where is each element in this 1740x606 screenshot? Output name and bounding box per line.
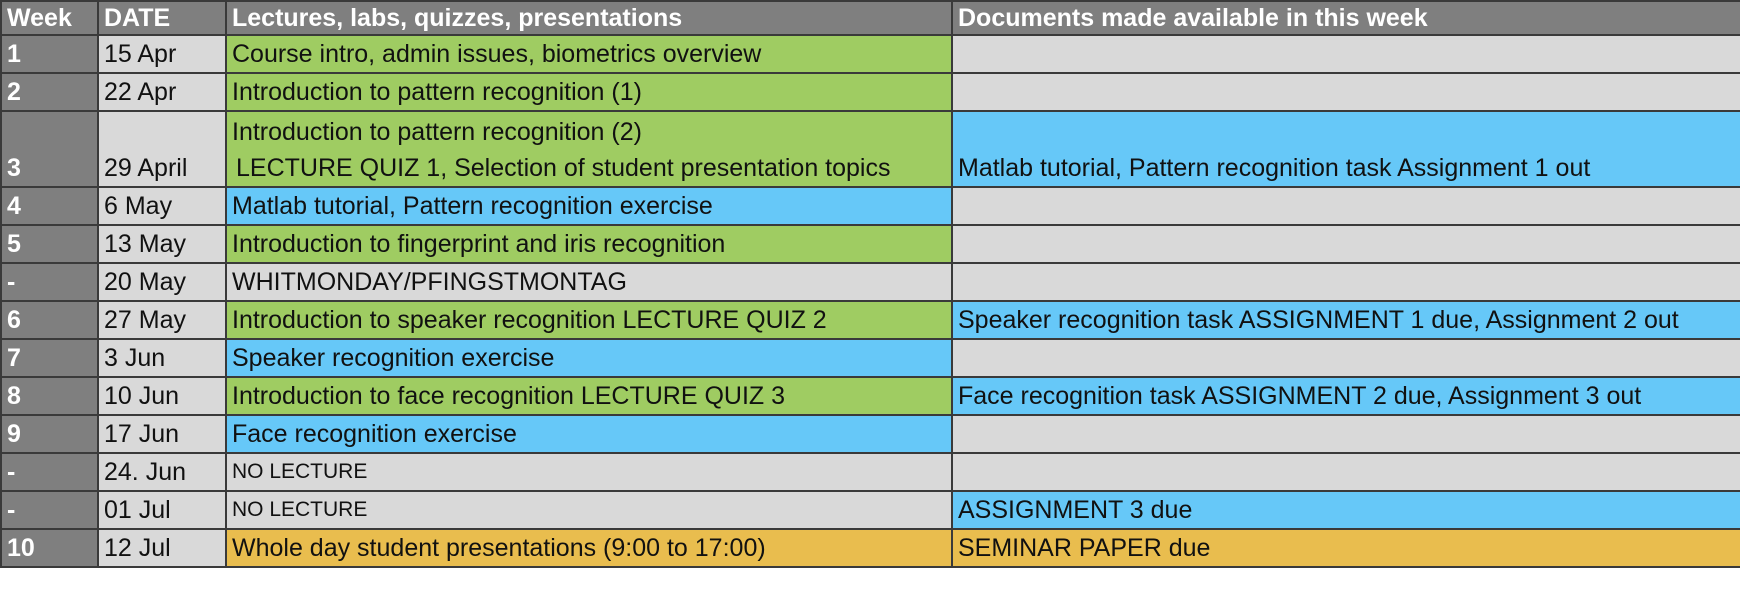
week-cell: 7 [0, 338, 99, 378]
date-cell: 29 April [97, 110, 227, 188]
documents-cell [951, 452, 1740, 492]
date-cell: 13 May [97, 224, 227, 264]
documents-cell: ASSIGNMENT 3 due [951, 490, 1740, 530]
documents-cell [951, 224, 1740, 264]
lecture-cell: NO LECTURE [225, 490, 953, 530]
week-cell: 2 [0, 72, 99, 112]
week-cell: 4 [0, 186, 99, 226]
date-cell: 15 Apr [97, 34, 227, 74]
week-cell: 10 [0, 528, 99, 568]
lecture-cell: NO LECTURE [225, 452, 953, 492]
date-cell: 17 Jun [97, 414, 227, 454]
table-row: 3 29 April Introduction to pattern recog… [0, 110, 1740, 188]
header-lectures: Lectures, labs, quizzes, presentations [225, 0, 953, 36]
date-cell: 22 Apr [97, 72, 227, 112]
course-schedule-table: Week DATE Lectures, labs, quizzes, prese… [0, 0, 1740, 568]
date-cell: 24. Jun [97, 452, 227, 492]
table-row: - 20 May WHITMONDAY/PFINGSTMONTAG [0, 262, 1740, 302]
table-row: 7 3 Jun Speaker recognition exercise [0, 338, 1740, 378]
table-row: 4 6 May Matlab tutorial, Pattern recogni… [0, 186, 1740, 226]
documents-cell [951, 34, 1740, 74]
documents-cell: Face recognition task ASSIGNMENT 2 due, … [951, 376, 1740, 416]
week-cell: 6 [0, 300, 99, 340]
date-cell: 27 May [97, 300, 227, 340]
date-cell: 12 Jul [97, 528, 227, 568]
documents-cell: Matlab tutorial, Pattern recognition tas… [951, 110, 1740, 188]
lecture-cell: Introduction to speaker recognition LECT… [225, 300, 953, 340]
table-row: 5 13 May Introduction to fingerprint and… [0, 224, 1740, 264]
table-row: - 01 Jul NO LECTURE ASSIGNMENT 3 due [0, 490, 1740, 530]
lecture-cell: Introduction to fingerprint and iris rec… [225, 224, 953, 264]
lecture-cell: Face recognition exercise [225, 414, 953, 454]
date-cell: 20 May [97, 262, 227, 302]
lecture-cell: Introduction to pattern recognition (1) [225, 72, 953, 112]
documents-cell: SEMINAR PAPER due [951, 528, 1740, 568]
date-cell: 01 Jul [97, 490, 227, 530]
lecture-cell: WHITMONDAY/PFINGSTMONTAG [225, 262, 953, 302]
date-cell: 6 May [97, 186, 227, 226]
lecture-cell: Matlab tutorial, Pattern recognition exe… [225, 186, 953, 226]
header-date: DATE [97, 0, 227, 36]
lecture-cell: Introduction to pattern recognition (2) … [225, 110, 953, 188]
documents-cell [951, 414, 1740, 454]
table-row: - 24. Jun NO LECTURE [0, 452, 1740, 492]
table-row: 10 12 Jul Whole day student presentation… [0, 528, 1740, 568]
week-cell: - [0, 490, 99, 530]
documents-cell [951, 262, 1740, 302]
documents-cell: Speaker recognition task ASSIGNMENT 1 du… [951, 300, 1740, 340]
lecture-cell: Speaker recognition exercise [225, 338, 953, 378]
lecture-line-2: LECTURE QUIZ 1, Selection of student pre… [236, 154, 891, 182]
lecture-cell: Whole day student presentations (9:00 to… [225, 528, 953, 568]
header-week: Week [0, 0, 99, 36]
documents-cell [951, 186, 1740, 226]
week-cell: - [0, 262, 99, 302]
week-cell: 3 [0, 110, 99, 188]
date-cell: 3 Jun [97, 338, 227, 378]
lecture-cell: Course intro, admin issues, biometrics o… [225, 34, 953, 74]
documents-cell [951, 338, 1740, 378]
table-row: 1 15 Apr Course intro, admin issues, bio… [0, 34, 1740, 74]
week-cell: 8 [0, 376, 99, 416]
table-row: 8 10 Jun Introduction to face recognitio… [0, 376, 1740, 416]
lecture-line-1: Introduction to pattern recognition (2) [232, 118, 642, 146]
week-cell: - [0, 452, 99, 492]
documents-cell [951, 72, 1740, 112]
date-cell: 10 Jun [97, 376, 227, 416]
header-row: Week DATE Lectures, labs, quizzes, prese… [0, 0, 1740, 36]
table-row: 6 27 May Introduction to speaker recogni… [0, 300, 1740, 340]
week-cell: 5 [0, 224, 99, 264]
lecture-cell: Introduction to face recognition LECTURE… [225, 376, 953, 416]
table-row: 9 17 Jun Face recognition exercise [0, 414, 1740, 454]
table-row: 2 22 Apr Introduction to pattern recogni… [0, 72, 1740, 112]
header-documents: Documents made available in this week [951, 0, 1740, 36]
week-cell: 1 [0, 34, 99, 74]
week-cell: 9 [0, 414, 99, 454]
